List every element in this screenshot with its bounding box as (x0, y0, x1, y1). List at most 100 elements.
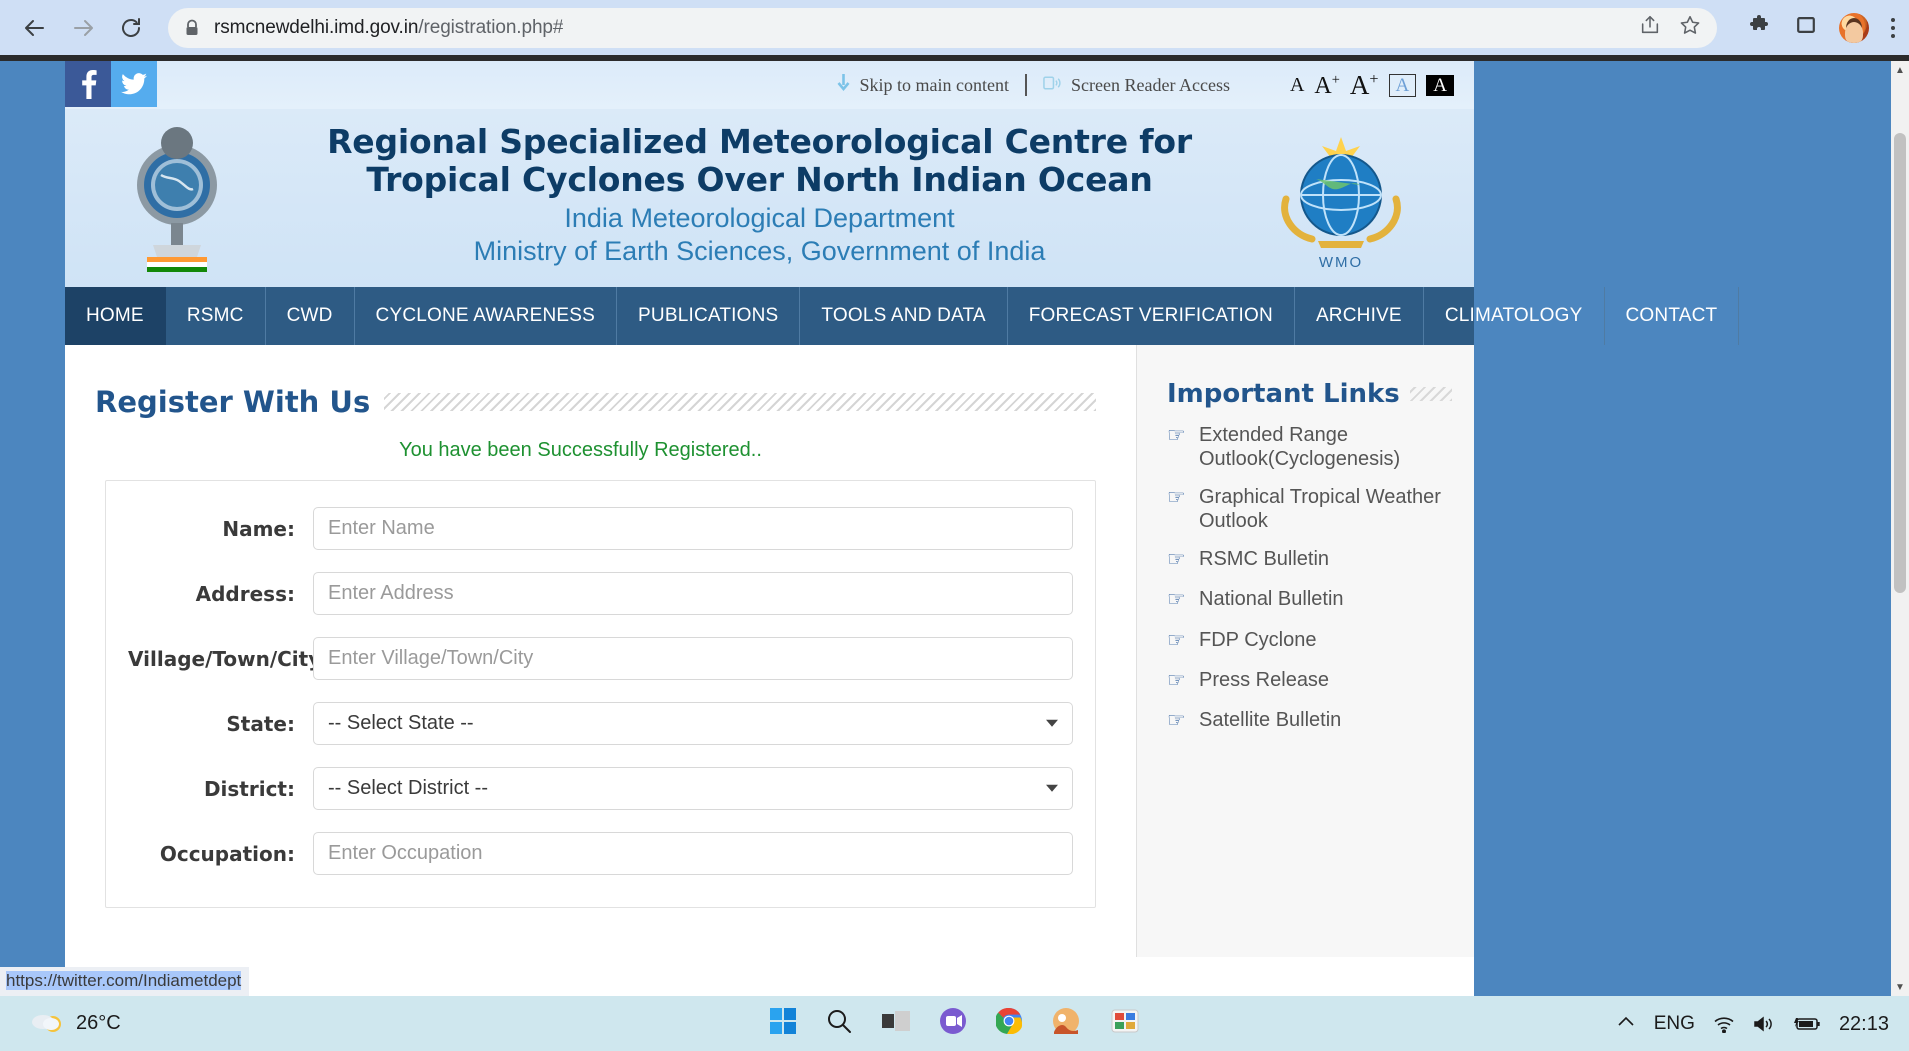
volume-icon[interactable] (1753, 1015, 1775, 1033)
link-status-bar: https://twitter.com/Indiametdept (0, 967, 250, 996)
scrollbar-thumb[interactable] (1894, 133, 1906, 593)
font-size-increase-button[interactable]: A+ (1314, 72, 1339, 97)
status-link-text: https://twitter.com/Indiametdept (6, 971, 242, 990)
link-item-extended-range-outlook[interactable]: ☞ Extended Range Outlook(Cyclogenesis) (1167, 423, 1452, 471)
pointing-hand-icon: ☞ (1167, 709, 1186, 732)
windows-start-icon[interactable] (769, 1008, 796, 1039)
accessibility-bar: Skip to main content Screen Reader Acces… (65, 61, 1474, 109)
nav-item-publications[interactable]: PUBLICATIONS (617, 287, 801, 345)
app-icon[interactable] (1110, 1008, 1140, 1039)
india-state-emblem (127, 123, 227, 275)
nav-item-tools-and-data[interactable]: TOOLS AND DATA (800, 287, 1008, 345)
state-label: State: (226, 711, 295, 736)
important-links-list: ☞ Extended Range Outlook(Cyclogenesis) ☞… (1167, 423, 1452, 734)
forward-button[interactable] (62, 7, 104, 49)
scroll-up-arrow-icon[interactable]: ▲ (1891, 61, 1909, 79)
state-select-value: -- Select State -- (328, 712, 474, 734)
pointing-hand-icon: ☞ (1167, 548, 1186, 571)
nav-item-rsmc[interactable]: RSMC (166, 287, 266, 345)
name-input[interactable]: Enter Name (313, 507, 1073, 550)
three-dot-menu-icon[interactable] (1891, 17, 1895, 38)
taskbar-weather-widget[interactable]: 26°C (14, 1008, 121, 1039)
site-subtitle-line-2: Ministry of Earth Sciences, Government o… (473, 236, 1046, 267)
profile-avatar[interactable] (1839, 12, 1869, 43)
district-select[interactable]: -- Select District -- (313, 767, 1073, 810)
occupation-label: Occupation: (159, 841, 295, 866)
reload-button[interactable] (110, 7, 152, 49)
important-links-sidebar: Important Links ☞ Extended Range Outlook… (1136, 345, 1474, 957)
url-path: /registration.php# (418, 16, 564, 38)
taskbar-system-tray: ENG 22:13 (1616, 1013, 1895, 1035)
contrast-dark-button[interactable]: A (1426, 74, 1454, 96)
lock-icon (184, 19, 200, 37)
url-text: rsmcnewdelhi.imd.gov.in/registration.php… (214, 17, 563, 39)
font-size-controls: A A+ A+ A A (1290, 71, 1454, 99)
show-hidden-icons-icon[interactable] (1616, 1015, 1636, 1032)
search-icon[interactable] (826, 1008, 852, 1039)
chrome-icon[interactable] (994, 1007, 1022, 1039)
title-hatch-decoration (384, 393, 1096, 411)
site-header: Regional Specialized Meteorological Cent… (65, 109, 1474, 287)
chevron-down-icon (1046, 784, 1058, 792)
link-label: National Bulletin (1199, 588, 1344, 611)
link-label: RSMC Bulletin (1199, 548, 1330, 570)
district-select-value: -- Select District -- (328, 777, 488, 799)
pointing-hand-icon: ☞ (1167, 424, 1186, 447)
occupation-input[interactable]: Enter Occupation (313, 832, 1073, 875)
side-panel-icon[interactable] (1795, 14, 1817, 41)
font-size-normal-button[interactable]: A (1290, 75, 1304, 95)
skip-to-main-content-link[interactable]: Skip to main content (836, 73, 1010, 97)
divider (1025, 74, 1028, 96)
sidebar-title-row: Important Links (1167, 379, 1452, 409)
nav-item-climatology[interactable]: CLIMATOLOGY (1424, 287, 1605, 345)
contrast-light-button[interactable]: A (1388, 73, 1417, 97)
address-bar[interactable]: rsmcnewdelhi.imd.gov.in/registration.php… (168, 7, 1717, 48)
address-label: Address: (195, 581, 295, 606)
name-label: Name: (222, 516, 295, 541)
link-item-rsmc-bulletin[interactable]: ☞ RSMC Bulletin (1167, 547, 1452, 573)
district-label: District: (203, 776, 295, 801)
registration-form: Name: Enter Name Address: Enter Address … (105, 480, 1096, 908)
photos-icon[interactable] (1052, 1008, 1080, 1039)
scroll-down-arrow-icon[interactable]: ▼ (1891, 978, 1909, 996)
task-view-icon[interactable] (881, 1010, 910, 1037)
share-icon[interactable] (1639, 14, 1661, 41)
link-item-graphical-tropical-weather-outlook[interactable]: ☞ Graphical Tropical Weather Outlook (1167, 485, 1452, 533)
speaker-icon (1043, 75, 1062, 96)
village-input[interactable]: Enter Village/Town/City (313, 637, 1073, 680)
down-arrow-icon (836, 73, 851, 97)
back-arrow-icon (23, 16, 47, 40)
pointing-hand-icon: ☞ (1167, 588, 1186, 612)
address-input[interactable]: Enter Address (313, 572, 1073, 615)
back-button[interactable] (14, 7, 56, 49)
link-item-national-bulletin[interactable]: ☞ National Bulletin (1167, 587, 1452, 613)
nav-item-cwd[interactable]: CWD (266, 287, 355, 345)
nav-item-cyclone-awareness[interactable]: CYCLONE AWARENESS (355, 287, 618, 345)
battery-charging-icon[interactable] (1793, 1016, 1821, 1032)
puzzle-icon[interactable] (1749, 13, 1773, 42)
nav-item-forecast-verification[interactable]: FORECAST VERIFICATION (1008, 287, 1295, 345)
weather-icon (30, 1008, 64, 1039)
nav-item-archive[interactable]: ARCHIVE (1295, 287, 1424, 345)
form-row-name: Name: Enter Name (128, 507, 1073, 550)
link-item-press-release[interactable]: ☞ Press Release (1167, 668, 1452, 694)
site-title-line-1: Regional Specialized Meteorological Cent… (327, 122, 1192, 161)
nav-item-contact[interactable]: CONTACT (1605, 287, 1740, 345)
font-size-large-button[interactable]: A+ (1350, 71, 1379, 99)
taskbar-clock[interactable]: 22:13 (1839, 1013, 1889, 1035)
link-label: FDP Cyclone (1199, 628, 1317, 651)
state-select[interactable]: -- Select State -- (313, 702, 1073, 745)
star-icon[interactable] (1679, 14, 1701, 41)
language-indicator[interactable]: ENG (1654, 1013, 1695, 1035)
link-item-satellite-bulletin[interactable]: ☞ Satellite Bulletin (1167, 708, 1452, 734)
nav-item-home[interactable]: HOME (65, 287, 166, 345)
screen-reader-access-link[interactable]: Screen Reader Access (1043, 75, 1230, 96)
link-label: Extended Range Outlook(Cyclogenesis) (1199, 424, 1401, 470)
site-title-block: Regional Specialized Meteorological Cent… (275, 123, 1244, 268)
link-item-fdp-cyclone[interactable]: ☞ FDP Cyclone (1167, 628, 1452, 654)
page-scrollbar[interactable]: ▲ ▼ (1891, 61, 1909, 996)
link-label: Satellite Bulletin (1199, 709, 1342, 731)
teams-icon[interactable] (939, 1008, 966, 1039)
wifi-icon[interactable] (1713, 1015, 1735, 1033)
skip-link-label: Skip to main content (859, 74, 1010, 95)
